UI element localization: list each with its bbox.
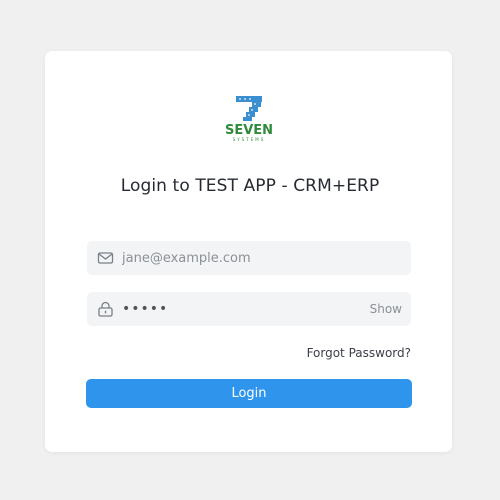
page-title: Login to TEST APP - CRM+ERP [120, 176, 380, 196]
mail-icon [97, 252, 114, 264]
lock-icon [98, 301, 113, 317]
show-password-toggle[interactable]: Show [370, 302, 402, 316]
password-field[interactable]: Show [87, 292, 411, 326]
login-button[interactable]: Login [86, 379, 412, 408]
forgot-password-link[interactable]: Forgot Password? [307, 346, 411, 360]
password-input[interactable] [122, 292, 352, 326]
seven-systems-logo: SEVEN SYSTEMS [225, 96, 273, 142]
email-input[interactable] [122, 241, 382, 275]
logo-wordmark: SEVEN [225, 123, 273, 138]
logo-tagline: SYSTEMS [233, 137, 265, 142]
email-field[interactable] [87, 241, 411, 275]
